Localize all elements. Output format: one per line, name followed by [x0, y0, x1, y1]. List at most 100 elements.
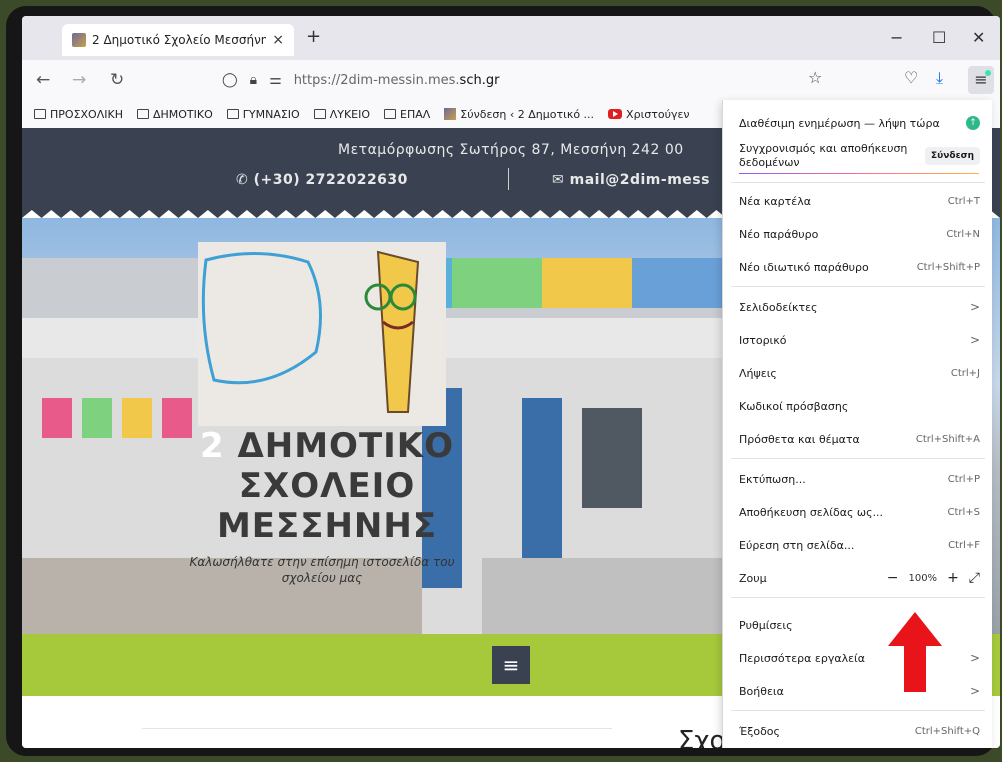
menu-shortcut: Ctrl+Shift+Q	[914, 725, 980, 737]
tab-active[interactable]: 2 Δημοτικό Σχολείο Μεσσήνης ×	[62, 24, 294, 56]
title-line: ΣΧΟΛΕΙΟ	[238, 466, 416, 506]
menu-shortcut: Ctrl+T	[947, 195, 980, 207]
back-icon[interactable]: ←	[36, 70, 50, 90]
maximize-icon[interactable]: ☐	[932, 28, 946, 47]
permissions-icon[interactable]: ⚌	[269, 72, 282, 88]
phone-icon: ✆	[236, 172, 254, 188]
app-menu-button[interactable]: ≡	[968, 66, 994, 94]
bookmark-label: ΓΥΜΝΑΣΙΟ	[242, 107, 300, 121]
separator	[731, 458, 985, 459]
sync-underline	[739, 173, 979, 174]
menu-item-settings[interactable]: Ρυθμίσεις	[723, 610, 992, 640]
zoom-label: Ζουμ	[739, 571, 767, 585]
forward-icon[interactable]: →	[72, 70, 86, 90]
separator	[731, 182, 985, 183]
menu-item-help[interactable]: Βοήθεια >	[723, 676, 992, 706]
shield-icon[interactable]: ◯	[222, 72, 238, 88]
zoom-in-button[interactable]: +	[947, 570, 959, 586]
content-card	[142, 728, 612, 748]
folder-icon	[313, 109, 326, 119]
new-tab-button[interactable]: +	[306, 26, 321, 47]
menu-item-new-tab[interactable]: Νέα καρτέλα Ctrl+T	[723, 186, 992, 216]
separator	[731, 286, 985, 287]
sync-label: Συγχρονισμός και αποθήκευση δεδομένων	[739, 142, 908, 169]
site-phone[interactable]: ✆ (+30) 2722022630	[236, 172, 408, 188]
navigation-bar: ← → ↻ ◯ 🔒︎ ⚌ https://2dim-messin.mes. sch…	[22, 60, 1000, 100]
bookmark-label: ΕΠΑΛ	[400, 107, 431, 121]
menu-shortcut: Ctrl+Shift+P	[916, 261, 980, 273]
bookmark-item[interactable]: ΛΥΚΕΙΟ	[313, 108, 370, 121]
downloads-icon[interactable]: ⤓	[936, 68, 943, 88]
menu-item-bookmarks[interactable]: Σελιδοδείκτες >	[723, 292, 992, 322]
menu-label: Πρόσθετα και θέματα	[739, 432, 860, 446]
update-arrow-icon: ↑	[966, 116, 980, 130]
menu-item-addons[interactable]: Πρόσθετα και θέματα Ctrl+Shift+A	[723, 424, 992, 454]
bookmark-label: Χριστούγεν	[626, 107, 690, 121]
hero-title: 2 ΔΗΜΟΤΙΚΟ ΣΧΟΛΕΙΟ ΜΕΣΣΗΝΗΣ	[172, 426, 482, 546]
menu-shortcut: Ctrl+F	[948, 539, 980, 551]
bookmark-star-icon[interactable]: ☆	[808, 68, 822, 87]
menu-item-print[interactable]: Εκτύπωση... Ctrl+P	[723, 464, 992, 494]
sign-in-button[interactable]: Σύνδεση	[925, 147, 980, 165]
youtube-icon	[608, 109, 623, 119]
site-icon	[444, 108, 457, 120]
bookmark-item[interactable]: ΠΡΟΣΧΟΛΙΚΗ	[34, 108, 123, 121]
lock-icon[interactable]: 🔒︎	[250, 72, 257, 88]
menu-item-save-page[interactable]: Αποθήκευση σελίδας ως... Ctrl+S	[723, 497, 992, 527]
zoom-reset-button[interactable]: 100%	[908, 573, 937, 584]
menu-item-new-window[interactable]: Νέο παράθυρο Ctrl+N	[723, 219, 992, 249]
tab-close-icon[interactable]: ×	[272, 32, 284, 48]
menu-shortcut: Ctrl+N	[946, 228, 980, 240]
menu-label: Αποθήκευση σελίδας ως...	[739, 505, 884, 519]
menu-item-zoom: Ζουμ − 100% + ⤢	[723, 563, 992, 593]
bookmark-item[interactable]: ΓΥΜΝΑΣΙΟ	[226, 107, 300, 121]
menu-label: Σελιδοδείκτες	[739, 300, 818, 314]
bookmark-item[interactable]: ΕΠΑΛ	[384, 108, 430, 121]
fullscreen-icon[interactable]: ⤢	[969, 570, 980, 586]
menu-item-downloads[interactable]: Λήψεις Ctrl+J	[723, 358, 992, 388]
minimize-icon[interactable]: −	[890, 28, 903, 47]
browser-window: 2 Δημοτικό Σχολείο Μεσσήνης × + − ☐ ✕ ← …	[22, 16, 1000, 748]
chevron-right-icon: >	[969, 651, 980, 665]
menu-label: Εκτύπωση...	[739, 472, 806, 486]
separator	[731, 710, 985, 711]
red-arrow-annotation-icon	[888, 612, 942, 692]
pocket-icon[interactable]: ♡	[904, 68, 918, 87]
hamburger-menu-icon[interactable]: ≡	[492, 646, 530, 684]
divider	[508, 168, 509, 190]
hero-subtitle: Καλωσήλθατε στην επίσημη ιστοσελίδα του …	[189, 555, 455, 585]
close-window-icon[interactable]: ✕	[972, 28, 985, 47]
menu-item-passwords[interactable]: Κωδικοί πρόσβασης	[723, 391, 992, 421]
menu-item-history[interactable]: Ιστορικό >	[723, 325, 992, 355]
title-number: 2	[199, 426, 225, 466]
separator	[731, 597, 985, 598]
site-mail[interactable]: ✉ mail@2dim-mess	[552, 172, 710, 188]
folder-icon	[136, 109, 149, 119]
phone-number: (+30) 2722022630	[253, 172, 408, 188]
app-menu-panel: Διαθέσιμη ενημέρωση — λήψη τώρα ↑ Συγχρο…	[722, 100, 992, 748]
tab-strip: 2 Δημοτικό Σχολείο Μεσσήνης × + − ☐ ✕	[22, 16, 1000, 60]
reload-icon[interactable]: ↻	[110, 70, 124, 90]
site-address: Μεταμόρφωσης Σωτήρος 87, Μεσσήνη 242 00	[338, 142, 684, 158]
menu-label: Νέο ιδιωτικό παράθυρο	[739, 260, 869, 274]
bookmark-item[interactable]: ΔΗΜΟΤΙΚΟ	[136, 108, 213, 121]
menu-shortcut: Ctrl+Shift+A	[915, 433, 980, 445]
folder-icon	[226, 109, 239, 119]
menu-sync[interactable]: Συγχρονισμός και αποθήκευση δεδομένων Σύ…	[723, 140, 992, 172]
menu-item-more-tools[interactable]: Περισσότερα εργαλεία >	[723, 643, 992, 673]
url-bar[interactable]: ◯ 🔒︎ ⚌ https://2dim-messin.mes. sch.gr	[222, 66, 812, 94]
section-heading: Σχο	[678, 726, 726, 748]
menu-update[interactable]: Διαθέσιμη ενημέρωση — λήψη τώρα ↑	[723, 108, 992, 138]
zoom-out-button[interactable]: −	[887, 570, 899, 586]
bookmark-item[interactable]: Χριστούγεν	[608, 108, 690, 121]
menu-item-private-window[interactable]: Νέο ιδιωτικό παράθυρο Ctrl+Shift+P	[723, 252, 992, 282]
chevron-right-icon: >	[969, 684, 980, 698]
title-line: ΔΗΜΟΤΙΚΟ	[237, 426, 455, 466]
bookmark-label: ΠΡΟΣΧΟΛΙΚΗ	[50, 107, 123, 121]
menu-item-find[interactable]: Εύρεση στη σελίδα... Ctrl+F	[723, 530, 992, 560]
menu-item-exit[interactable]: Έξοδος Ctrl+Shift+Q	[723, 716, 992, 746]
bookmark-item[interactable]: Σύνδεση ‹ 2 Δημοτικό ...	[444, 108, 594, 121]
chevron-right-icon: >	[969, 333, 980, 347]
menu-shortcut: Ctrl+J	[950, 367, 980, 379]
menu-label: Κωδικοί πρόσβασης	[739, 399, 849, 413]
